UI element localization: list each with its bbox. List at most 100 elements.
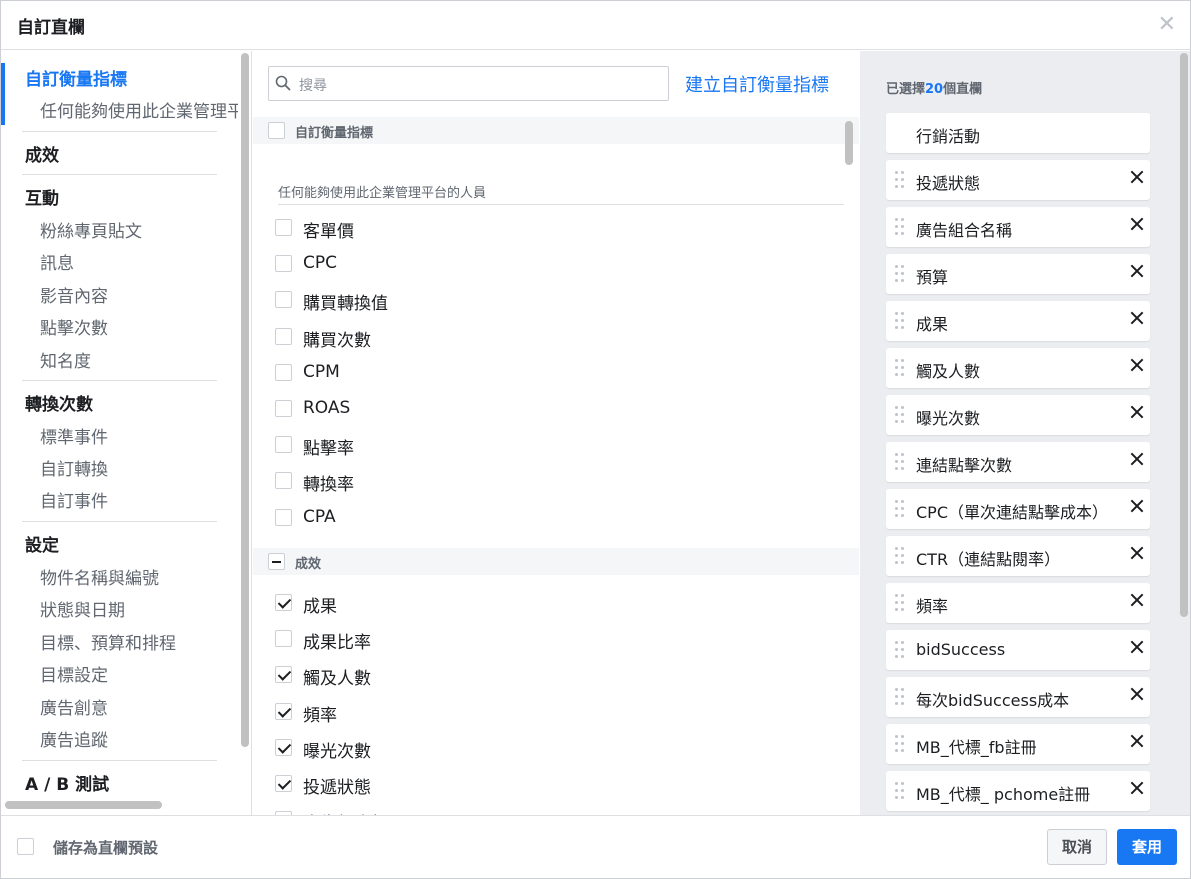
nav-subcategory[interactable]: 廣告追蹤 (40, 726, 108, 751)
nav-category[interactable]: 設定 (25, 531, 59, 556)
remove-column-icon[interactable] (1130, 358, 1144, 372)
selected-column-chip[interactable]: CPC（單次連結點擊成本） (886, 489, 1150, 529)
remove-column-icon[interactable] (1130, 405, 1144, 419)
metric-option[interactable]: 投遞狀態 (275, 773, 835, 798)
remove-column-icon[interactable] (1130, 170, 1144, 184)
selected-column-chip[interactable]: 成果 (886, 301, 1150, 341)
nav-subcategory[interactable]: 狀態與日期 (40, 596, 125, 621)
nav-category[interactable]: A / B 測試 (25, 770, 109, 795)
metric-option[interactable]: CPM (275, 362, 835, 384)
metric-option[interactable]: CPA (275, 507, 835, 529)
metric-option[interactable]: 頻率 (275, 701, 835, 726)
category-nav-vertical-scrollbar[interactable] (241, 53, 249, 747)
checkbox[interactable] (275, 219, 292, 236)
drag-handle-icon[interactable] (895, 500, 905, 518)
remove-column-icon[interactable] (1130, 687, 1144, 701)
drag-handle-icon[interactable] (895, 312, 905, 330)
checkbox[interactable] (275, 363, 292, 381)
remove-column-icon[interactable] (1130, 311, 1144, 325)
checkbox[interactable] (275, 508, 292, 526)
selected-column-chip[interactable]: CTR（連結點閱率） (886, 536, 1150, 576)
selected-column-chip[interactable]: bidSuccess (886, 630, 1150, 670)
selected-column-chip[interactable]: MB_代標_ pchome註冊 (886, 771, 1150, 811)
selected-columns-scrollbar[interactable] (1180, 53, 1188, 617)
remove-column-icon[interactable] (1130, 734, 1144, 748)
nav-category[interactable]: 自訂衡量指標 (25, 65, 127, 90)
section-performance[interactable]: 成效 (253, 548, 859, 575)
drag-handle-icon[interactable] (895, 688, 905, 706)
checkbox[interactable] (275, 472, 292, 490)
metric-option[interactable]: 轉換率 (275, 470, 835, 495)
metric-option[interactable]: CPC (275, 253, 835, 275)
metric-option[interactable]: 購買次數 (275, 326, 835, 351)
drag-handle-icon[interactable] (895, 547, 905, 565)
selected-column-chip[interactable]: 頻率 (886, 583, 1150, 623)
nav-subcategory[interactable]: 點擊次數 (40, 314, 108, 339)
metric-option[interactable]: 曝光次數 (275, 737, 835, 762)
nav-category[interactable]: 成效 (25, 141, 59, 166)
metric-option[interactable]: ROAS (275, 398, 835, 420)
selected-column-chip[interactable]: 連結點擊次數 (886, 442, 1150, 482)
nav-subcategory[interactable]: 自訂轉換 (40, 455, 108, 480)
checkbox[interactable] (275, 327, 292, 345)
remove-column-icon[interactable] (1130, 217, 1144, 231)
checkbox[interactable] (275, 630, 292, 648)
selected-column-chip[interactable]: 每次bidSuccess成本 (886, 677, 1150, 717)
metric-option[interactable]: 成果 (275, 592, 835, 617)
category-nav-horizontal-scrollbar[interactable] (5, 801, 162, 809)
nav-subcategory[interactable]: 目標設定 (40, 661, 108, 686)
selected-column-chip[interactable]: 廣告組合名稱 (886, 207, 1150, 247)
nav-subcategory[interactable]: 任何能夠使用此企業管理平台的人員 (40, 97, 238, 122)
remove-column-icon[interactable] (1130, 593, 1144, 607)
drag-handle-icon[interactable] (895, 735, 905, 753)
section-custom-metrics[interactable]: 自訂衡量指標 (253, 117, 859, 144)
remove-column-icon[interactable] (1130, 264, 1144, 278)
drag-handle-icon[interactable] (895, 265, 905, 283)
checkbox-checked[interactable] (275, 666, 292, 684)
selected-column-chip[interactable]: 投遞狀態 (886, 160, 1150, 200)
checkbox-checked[interactable] (275, 775, 292, 792)
cancel-button[interactable]: 取消 (1047, 829, 1107, 865)
metric-option[interactable]: 客單價 (275, 217, 835, 242)
metric-option[interactable]: 成果比率 (275, 628, 835, 653)
selected-column-chip[interactable]: 觸及人數 (886, 348, 1150, 388)
metric-option[interactable]: 購買轉換值 (275, 289, 835, 314)
drag-handle-icon[interactable] (895, 453, 905, 471)
checkbox[interactable] (275, 436, 292, 454)
section-checkbox-partial[interactable] (268, 553, 285, 570)
selected-column-chip[interactable]: 預算 (886, 254, 1150, 294)
remove-column-icon[interactable] (1130, 781, 1144, 795)
section-checkbox[interactable] (268, 122, 285, 139)
nav-subcategory[interactable]: 自訂事件 (40, 487, 108, 512)
selected-column-chip[interactable]: 曝光次數 (886, 395, 1150, 435)
nav-subcategory[interactable]: 訊息 (40, 249, 74, 274)
selected-column-chip[interactable]: 行銷活動 (886, 113, 1150, 153)
metric-option[interactable]: 點擊率 (275, 434, 835, 459)
metrics-panel-scrollbar[interactable] (845, 121, 853, 165)
nav-subcategory[interactable]: 廣告創意 (40, 694, 108, 719)
remove-column-icon[interactable] (1130, 546, 1144, 560)
drag-handle-icon[interactable] (895, 782, 905, 800)
nav-subcategory[interactable]: 粉絲專頁貼文 (40, 217, 142, 242)
checkbox[interactable] (275, 400, 292, 417)
remove-column-icon[interactable] (1130, 640, 1144, 654)
drag-handle-icon[interactable] (895, 359, 905, 377)
metric-option[interactable]: 觸及人數 (275, 664, 835, 689)
nav-subcategory[interactable]: 物件名稱與編號 (40, 564, 159, 589)
drag-handle-icon[interactable] (895, 594, 905, 612)
drag-handle-icon[interactable] (895, 641, 905, 659)
checkbox-checked[interactable] (275, 594, 292, 611)
nav-category[interactable]: 轉換次數 (25, 390, 93, 415)
drag-handle-icon[interactable] (895, 171, 905, 189)
remove-column-icon[interactable] (1130, 452, 1144, 466)
save-preset-checkbox[interactable] (17, 838, 34, 855)
nav-category[interactable]: 互動 (25, 184, 59, 209)
checkbox[interactable] (275, 255, 292, 273)
nav-subcategory[interactable]: 標準事件 (40, 423, 108, 448)
checkbox[interactable] (275, 291, 292, 309)
checkbox-checked[interactable] (275, 702, 292, 720)
checkbox-checked[interactable] (275, 738, 292, 756)
apply-button[interactable]: 套用 (1117, 829, 1177, 865)
drag-handle-icon[interactable] (895, 218, 905, 236)
nav-subcategory[interactable]: 知名度 (40, 347, 91, 372)
